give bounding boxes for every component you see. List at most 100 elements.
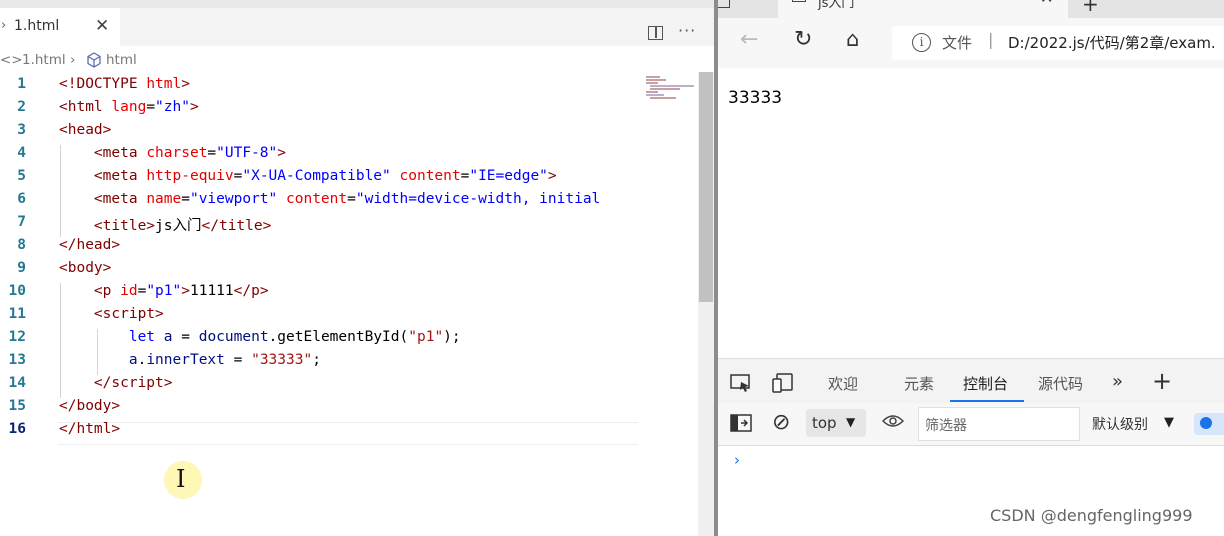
- code-line[interactable]: 11 <script>: [0, 306, 640, 329]
- line-number: 3: [17, 122, 26, 138]
- log-level-select[interactable]: 默认级别: [1092, 414, 1148, 434]
- line-number: 9: [17, 260, 26, 276]
- code-line[interactable]: 4 <meta charset="UTF-8">: [0, 145, 640, 168]
- info-icon[interactable]: i: [912, 33, 931, 52]
- tab-elements[interactable]: 元素: [904, 373, 934, 394]
- code-line[interactable]: 8 </head>: [0, 237, 640, 260]
- browser-toolbar: ← ↻ ⌂ i 文件 | D:/2022.js/代码/第2章/exam.: [718, 18, 1224, 68]
- browser-tab-label: js入门: [818, 0, 855, 11]
- close-icon[interactable]: ✕: [1040, 0, 1053, 7]
- line-number: 15: [8, 398, 26, 414]
- code-line[interactable]: 16 </html>: [0, 421, 640, 444]
- tab-actions-icon[interactable]: [718, 0, 730, 8]
- editor-top-strip: [0, 0, 714, 8]
- page-icon: [792, 0, 806, 2]
- breadcrumb-file[interactable]: 1.html: [22, 52, 66, 68]
- code-line[interactable]: 5 <meta http-equiv="X-UA-Compatible" con…: [0, 168, 640, 191]
- filter-input[interactable]: 筛选器: [918, 407, 1080, 441]
- chevron-right-icon: ›: [1, 18, 7, 33]
- line-number: 11: [8, 306, 26, 322]
- device-emulation-icon[interactable]: [772, 373, 794, 398]
- code-text[interactable]: <body>: [59, 260, 111, 276]
- browser-window: js入门 ✕ + ← ↻ ⌂ i 文件 | D:/2022.js/代码/第2章/…: [718, 0, 1224, 536]
- code-text[interactable]: let a = document.getElementById("p1");: [59, 329, 461, 345]
- code-line[interactable]: 13 a.innerText = "33333";: [0, 352, 640, 375]
- minimap[interactable]: [640, 72, 698, 536]
- address-url[interactable]: D:/2022.js/代码/第2章/exam.: [1008, 32, 1216, 53]
- close-icon[interactable]: ✕: [95, 16, 109, 36]
- breadcrumb-node[interactable]: html: [106, 52, 137, 68]
- code-line[interactable]: 7 <title>js入门</title>: [0, 214, 640, 237]
- line-number: 14: [8, 375, 26, 391]
- code-line[interactable]: 14 </script>: [0, 375, 640, 398]
- code-line[interactable]: 9 <body>: [0, 260, 640, 283]
- issues-badge[interactable]: [1194, 413, 1224, 435]
- inspect-element-icon[interactable]: [730, 373, 752, 398]
- code-text[interactable]: <title>js入门</title>: [59, 214, 271, 235]
- address-separator: |: [988, 30, 994, 49]
- back-arrow-icon[interactable]: ←: [740, 27, 758, 52]
- code-text[interactable]: a.innerText = "33333";: [59, 352, 321, 368]
- code-line[interactable]: 3 <head>: [0, 122, 640, 145]
- html-file-icon: <>: [0, 52, 23, 68]
- clear-console-icon[interactable]: ⊘: [772, 410, 790, 435]
- code-text[interactable]: </script>: [59, 375, 173, 391]
- tab-sources[interactable]: 源代码: [1038, 373, 1083, 394]
- add-tool-icon[interactable]: +: [1152, 367, 1172, 395]
- code-text[interactable]: <p id="p1">11111</p>: [59, 283, 269, 299]
- more-tabs-icon[interactable]: »: [1112, 371, 1123, 392]
- line-number: 1: [17, 76, 26, 92]
- code-editor[interactable]: › 1.html ✕ ··· <> 1.html › html 1 <!DOCTY…: [0, 0, 714, 536]
- tab-console[interactable]: 控制台: [963, 373, 1008, 394]
- line-number: 7: [17, 214, 26, 230]
- refresh-icon[interactable]: ↻: [794, 27, 812, 52]
- code-text[interactable]: </body>: [59, 398, 120, 414]
- code-line[interactable]: 12 let a = document.getElementById("p1")…: [0, 329, 640, 352]
- code-text[interactable]: <head>: [59, 122, 111, 138]
- code-text[interactable]: <meta http-equiv="X-UA-Compatible" conte…: [59, 168, 557, 184]
- editor-tab-1html[interactable]: › 1.html ✕: [0, 8, 120, 46]
- code-line[interactable]: 2 <html lang="zh">: [0, 99, 640, 122]
- console-toolbar: ⊘ top ▼ 筛选器 默认级别 ▼: [718, 403, 1224, 446]
- line-number: 4: [17, 145, 26, 161]
- address-bar[interactable]: i 文件 | D:/2022.js/代码/第2章/exam.: [892, 26, 1224, 60]
- context-select[interactable]: top ▼: [806, 409, 866, 437]
- editor-scrollbar-thumb[interactable]: [699, 72, 713, 302]
- eye-icon[interactable]: [881, 413, 905, 434]
- code-text[interactable]: </head>: [59, 237, 120, 253]
- filter-placeholder: 筛选器: [925, 418, 967, 434]
- code-line[interactable]: 1 <!DOCTYPE html>: [0, 76, 640, 99]
- address-scheme-label: 文件: [942, 34, 973, 52]
- new-tab-icon[interactable]: +: [1082, 0, 1099, 16]
- browser-tab[interactable]: js入门 ✕: [778, 0, 1068, 18]
- code-text[interactable]: <script>: [59, 306, 164, 322]
- split-editor-icon[interactable]: [648, 26, 663, 40]
- code-text[interactable]: <meta name="viewport" content="width=dev…: [59, 191, 600, 207]
- chevron-down-icon: ▼: [846, 415, 856, 429]
- tab-welcome[interactable]: 欢迎: [828, 373, 858, 394]
- sidebar-toggle-icon[interactable]: [730, 414, 752, 436]
- browser-tab-strip: js入门 ✕ +: [718, 0, 1224, 18]
- code-text[interactable]: <meta charset="UTF-8">: [59, 145, 286, 161]
- code-text[interactable]: <!DOCTYPE html>: [59, 76, 190, 92]
- line-number: 5: [17, 168, 26, 184]
- code-line[interactable]: 10 <p id="p1">11111</p>: [0, 283, 640, 306]
- cube-icon: [86, 52, 102, 72]
- console-prompt-icon[interactable]: ›: [734, 451, 740, 469]
- text-cursor-icon: I: [176, 465, 186, 493]
- devtools-tab-bar: 欢迎 元素 控制台 源代码 » +: [718, 359, 1224, 404]
- line-number: 6: [17, 191, 26, 207]
- chevron-down-icon[interactable]: ▼: [1164, 415, 1174, 430]
- line-number: 10: [8, 283, 26, 299]
- code-text[interactable]: </html>: [59, 421, 120, 437]
- code-line[interactable]: 6 <meta name="viewport" content="width=d…: [0, 191, 640, 214]
- active-tab-indicator: [950, 400, 1024, 402]
- code-line[interactable]: 15 </body>: [0, 398, 640, 421]
- editor-tab-label: 1.html: [14, 18, 60, 34]
- more-actions-icon[interactable]: ···: [678, 21, 696, 40]
- line-number: 8: [17, 237, 26, 253]
- page-paragraph: 33333: [728, 88, 783, 108]
- line-number: 13: [8, 352, 26, 368]
- code-text[interactable]: <html lang="zh">: [59, 99, 199, 115]
- home-icon[interactable]: ⌂: [846, 27, 859, 51]
